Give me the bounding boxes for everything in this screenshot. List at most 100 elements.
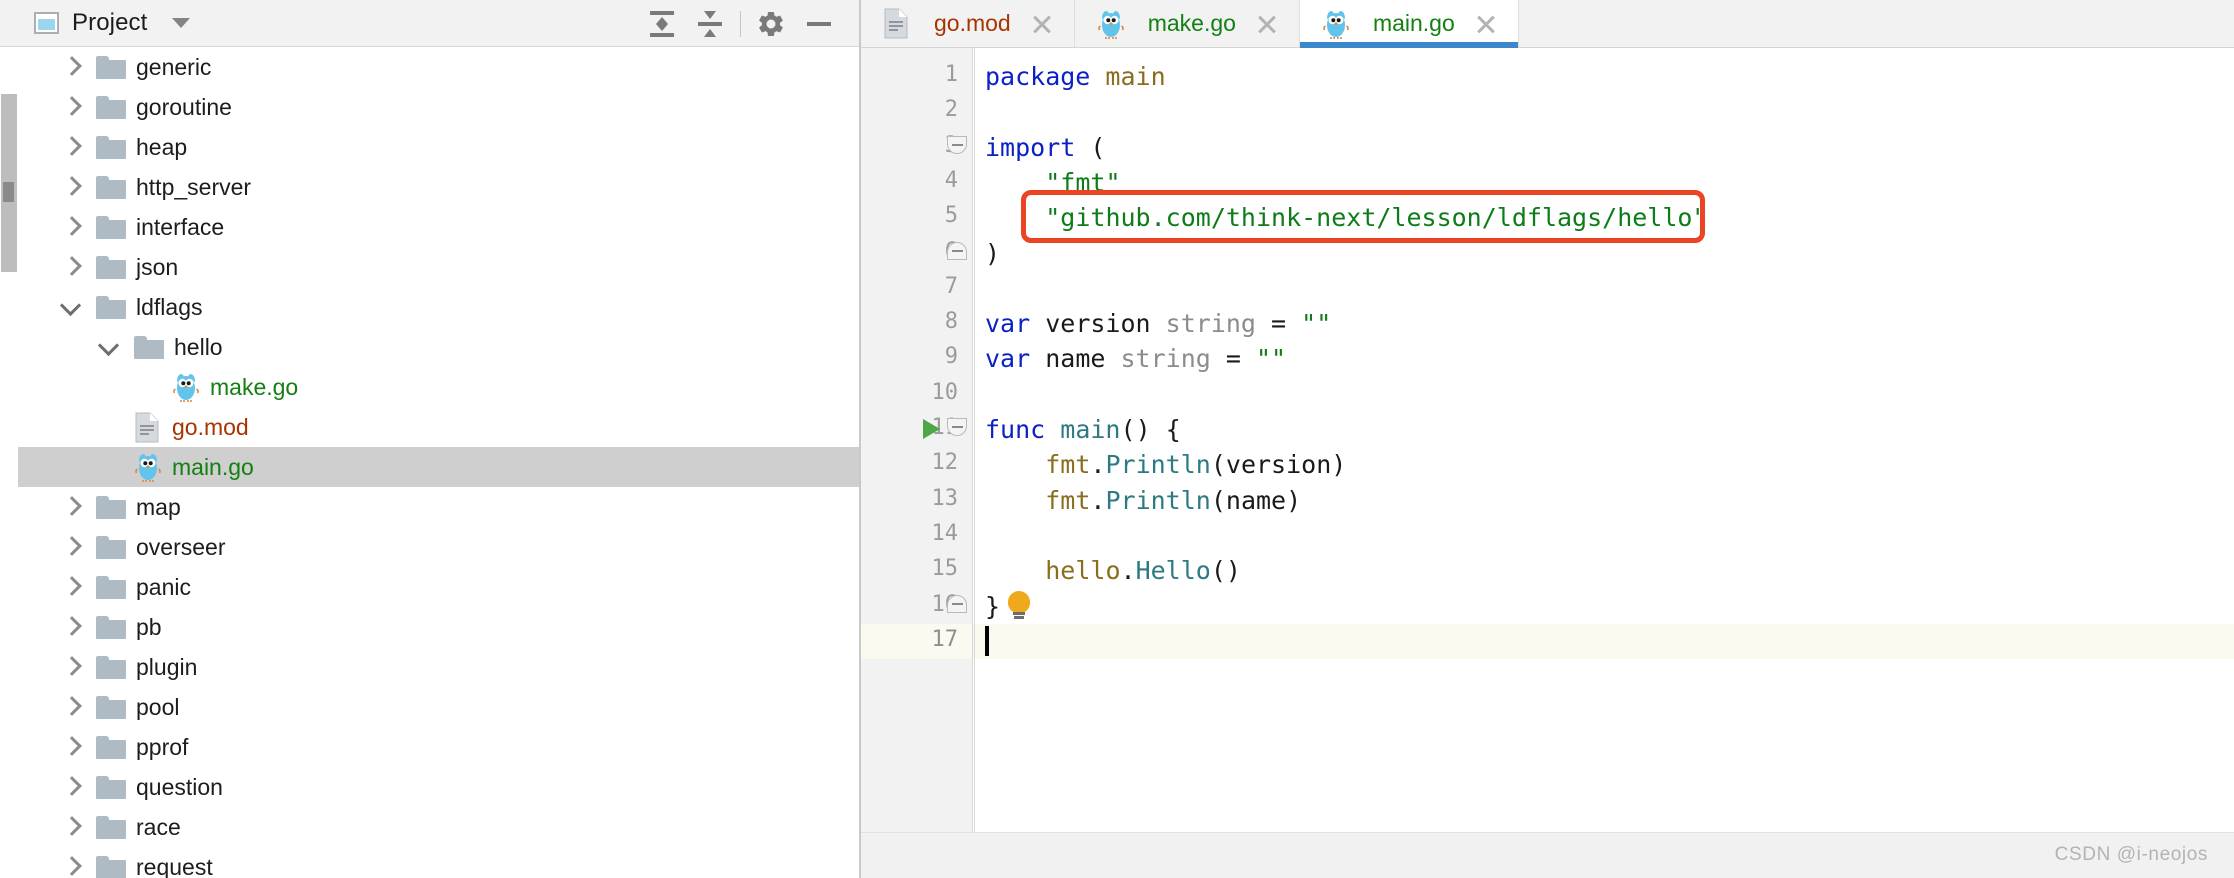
chevron-right-icon[interactable] (58, 214, 84, 240)
run-gutter-icon[interactable] (923, 419, 940, 439)
chevron-down-icon[interactable] (172, 18, 191, 28)
chevron-right-icon[interactable] (58, 734, 84, 760)
tree-item-label: plugin (136, 653, 198, 680)
tree-item-folder-goroutine[interactable]: goroutine (18, 87, 859, 127)
line-number: 12 (931, 450, 959, 476)
chevron-right-icon[interactable] (58, 654, 84, 680)
line-number: 14 (931, 520, 959, 546)
intention-bulb-icon[interactable] (1006, 590, 1032, 619)
editor-tab-make.go[interactable]: make.go (1075, 0, 1300, 47)
line-number: 8 (944, 309, 958, 335)
tree-item-folder-panic[interactable]: panic (18, 567, 859, 607)
editor-tab-main.go[interactable]: main.go (1299, 0, 1519, 48)
folder-icon (96, 295, 126, 319)
chevron-right-icon[interactable] (58, 94, 84, 120)
tree-item-folder-plugin[interactable]: plugin (18, 647, 859, 687)
tree-item-folder-question[interactable]: question (18, 767, 859, 807)
line-number: 15 (931, 556, 959, 582)
hide-panel-button[interactable] (795, 4, 843, 44)
code-editor[interactable]: package main import ( "fmt" "github.com/t… (947, 48, 2234, 878)
chevron-right-icon[interactable] (58, 134, 84, 160)
file-text-icon (134, 412, 160, 443)
tree-item-folder-generic[interactable]: generic (18, 47, 859, 87)
project-panel-header: Project (0, 0, 859, 47)
tree-no-twisty (96, 454, 122, 480)
project-tool-window: Project generic goroutine heap http_serv… (0, 0, 861, 878)
line-number: 9 (944, 344, 958, 370)
chevron-right-icon[interactable] (58, 614, 84, 640)
tree-item-file-main.go[interactable]: main.go (18, 447, 859, 487)
settings-button[interactable] (747, 4, 795, 44)
tree-item-file-go.mod[interactable]: go.mod (18, 407, 859, 447)
chevron-right-icon[interactable] (58, 174, 84, 200)
tree-item-folder-json[interactable]: json (18, 247, 859, 287)
editor-tab-go.mod[interactable]: go.mod (861, 0, 1075, 47)
tree-item-folder-map[interactable]: map (18, 487, 859, 527)
chevron-down-icon[interactable] (96, 334, 122, 360)
close-icon[interactable] (1030, 12, 1054, 36)
project-title-group[interactable]: Project (34, 9, 191, 37)
close-icon[interactable] (1474, 12, 1498, 36)
code-fold-toggle[interactable] (947, 240, 969, 262)
chevron-right-icon[interactable] (58, 534, 84, 560)
tree-no-twisty (96, 414, 122, 440)
code-fold-toggle[interactable] (947, 593, 969, 615)
editor-gutter[interactable]: 1234567891011121314151617 (861, 48, 973, 833)
tree-item-folder-pb[interactable]: pb (18, 607, 859, 647)
tree-item-label: make.go (210, 373, 299, 400)
tab-icon (883, 8, 921, 39)
tree-item-folder-ldflags[interactable]: ldflags (18, 287, 859, 327)
tree-item-folder-pprof[interactable]: pprof (18, 727, 859, 767)
tree-item-label: pool (136, 693, 180, 720)
expand-all-button[interactable] (638, 4, 686, 44)
tree-item-label: request (136, 853, 213, 878)
folder-icon (96, 615, 126, 639)
tree-item-icon (134, 412, 172, 443)
chevron-right-icon[interactable] (58, 854, 84, 878)
tree-item-folder-interface[interactable]: interface (18, 207, 859, 247)
chevron-right-icon[interactable] (58, 574, 84, 600)
go-gopher-icon (1322, 9, 1350, 39)
tree-item-label: question (136, 773, 223, 800)
tree-item-folder-hello[interactable]: hello (18, 327, 859, 367)
tree-item-folder-race[interactable]: race (18, 807, 859, 847)
tree-item-file-make.go[interactable]: make.go (18, 367, 859, 407)
chevron-right-icon[interactable] (58, 774, 84, 800)
tab-label: main.go (1372, 10, 1455, 36)
chevron-right-icon[interactable] (58, 814, 84, 840)
toolbar-separator (740, 10, 741, 37)
chevron-down-icon[interactable] (58, 294, 84, 320)
chevron-right-icon[interactable] (58, 54, 84, 80)
tree-item-label: json (136, 253, 179, 280)
code-fold-toggle[interactable] (947, 416, 969, 438)
tree-item-icon (96, 695, 136, 719)
chevron-right-icon[interactable] (58, 694, 84, 720)
chevron-right-icon[interactable] (58, 254, 84, 280)
project-tree-container: generic goroutine heap http_server interface… (0, 47, 859, 878)
tree-item-folder-http_server[interactable]: http_server (18, 167, 859, 207)
minimize-icon (807, 21, 831, 26)
tree-item-folder-pool[interactable]: pool (18, 687, 859, 727)
line-number: 7 (944, 273, 958, 299)
chevron-right-icon[interactable] (58, 494, 84, 520)
code-line-13: fmt.Println(name) (1045, 485, 1302, 515)
code-fold-toggle[interactable] (947, 134, 969, 156)
folder-icon (96, 535, 126, 559)
tree-item-folder-heap[interactable]: heap (18, 127, 859, 167)
scrollbar-thumb[interactable] (1, 94, 17, 272)
close-icon[interactable] (1255, 12, 1279, 36)
tree-item-icon (96, 735, 136, 759)
tree-item-folder-overseer[interactable]: overseer (18, 527, 859, 567)
code-line-16: } (985, 591, 1001, 621)
folder-icon (96, 695, 126, 719)
ide-window: Project generic goroutine heap http_serv… (0, 0, 2234, 878)
collapse-all-button[interactable] (686, 4, 734, 44)
tree-item-icon (96, 815, 136, 839)
tree-item-icon (96, 535, 136, 559)
project-tree: generic goroutine heap http_server interface… (18, 47, 859, 878)
go-gopher-icon (1097, 9, 1125, 39)
tab-label: go.mod (934, 10, 1011, 36)
tree-item-folder-request[interactable]: request (18, 847, 859, 878)
tree-item-label: overseer (136, 533, 226, 560)
project-tree-scrollbar[interactable] (0, 94, 18, 878)
